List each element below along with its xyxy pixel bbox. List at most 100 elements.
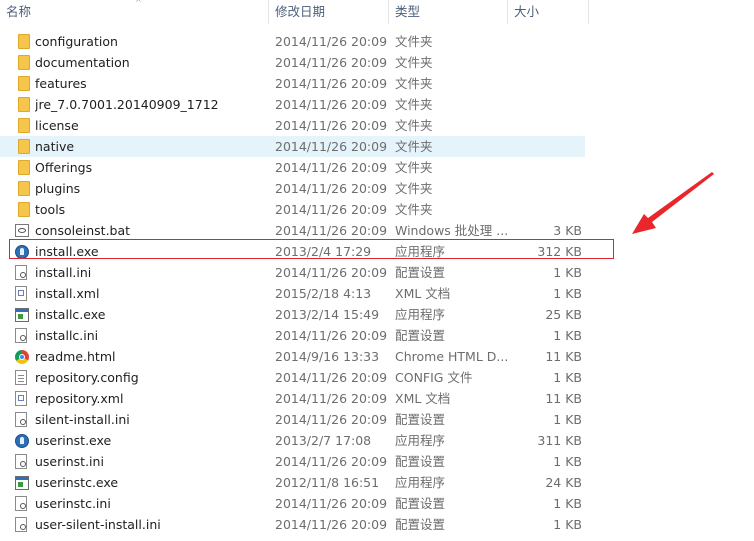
- file-size: [508, 157, 582, 178]
- folder-icon: [18, 202, 30, 217]
- file-date: 2014/11/26 20:09: [275, 181, 388, 196]
- file-date: 2014/11/26 20:09: [275, 97, 388, 112]
- folder-icon: [18, 55, 30, 70]
- file-date: 2014/11/26 20:09: [275, 412, 388, 427]
- file-size: 311 KB: [537, 433, 582, 448]
- installer-app-icon: [15, 244, 29, 259]
- file-row[interactable]: repository.config 2014/11/26 20:09 CONFIG …: [0, 367, 754, 388]
- file-date: 2014/11/26 20:09: [275, 139, 388, 154]
- file-name: readme.html: [35, 349, 116, 364]
- file-date: 2014/11/26 20:09: [275, 328, 388, 343]
- config-file-icon: [15, 454, 27, 469]
- column-header: 名称 ^ 修改日期 类型 大小: [0, 0, 754, 26]
- file-type: 文件夹: [395, 97, 433, 112]
- column-size[interactable]: 大小: [508, 0, 589, 24]
- file-name: native: [35, 139, 75, 154]
- file-row[interactable]: silent-install.ini 2014/11/26 20:09 配置设置 1 …: [0, 409, 754, 430]
- file-row[interactable]: jre_7.0.7001.20140909_1712 2014/11/26 20:…: [0, 94, 754, 115]
- file-row[interactable]: documentation 2014/11/26 20:09 文件夹: [0, 52, 754, 73]
- file-icon-cell: [15, 304, 31, 325]
- file-row[interactable]: userinst.ini 2014/11/26 20:09 配置设置 1 KB: [0, 451, 754, 472]
- config-file-icon: [15, 517, 27, 532]
- file-type: 应用程序: [395, 433, 446, 448]
- folder-icon: [18, 97, 30, 112]
- file-size: 11 KB: [545, 391, 582, 406]
- file-row[interactable]: readme.html 2014/9/16 13:33 Chrome HTML D.…: [0, 346, 754, 367]
- file-name: user-silent-install.ini: [35, 517, 161, 532]
- file-row[interactable]: install.xml 2015/2/18 4:13 XML 文档 1 KB: [0, 283, 754, 304]
- file-size: 1 KB: [553, 454, 582, 469]
- file-icon-cell: [15, 514, 31, 535]
- file-type: 文件夹: [395, 160, 433, 175]
- file-type: 应用程序: [395, 244, 446, 259]
- file-type: 文件夹: [395, 202, 433, 217]
- file-row[interactable]: native 2014/11/26 20:09 文件夹: [0, 136, 585, 157]
- file-date: 2014/11/26 20:09: [275, 517, 388, 532]
- file-size: 11 KB: [545, 349, 582, 364]
- file-date: 2013/2/14 15:49: [275, 307, 380, 322]
- file-name: features: [35, 76, 87, 91]
- file-row[interactable]: userinstc.exe 2012/11/8 16:51 应用程序 24 KB: [0, 472, 754, 493]
- file-name: installc.exe: [35, 307, 106, 322]
- file-date: 2014/11/26 20:09: [275, 118, 388, 133]
- file-icon-cell: [15, 220, 31, 241]
- file-row[interactable]: installc.exe 2013/2/14 15:49 应用程序 25 KB: [0, 304, 754, 325]
- file-name: install.exe: [35, 244, 99, 259]
- file-row[interactable]: install.exe 2013/2/4 17:29 应用程序 312 KB: [0, 241, 754, 262]
- file-name: tools: [35, 202, 66, 217]
- column-type[interactable]: 类型: [389, 0, 508, 24]
- file-icon-cell: [15, 52, 31, 73]
- xml-file-icon: [15, 286, 27, 301]
- file-name: Offerings: [35, 160, 93, 175]
- chrome-icon: [15, 349, 29, 364]
- file-date: 2014/11/26 20:09: [275, 391, 388, 406]
- file-icon-cell: [15, 94, 31, 115]
- file-date: 2014/11/26 20:09: [275, 76, 388, 91]
- config-file-icon: [15, 328, 27, 343]
- config-file-icon: [15, 496, 27, 511]
- column-name-label: 名称: [6, 4, 32, 19]
- file-row[interactable]: features 2014/11/26 20:09 文件夹: [0, 73, 754, 94]
- file-size: 1 KB: [553, 370, 582, 385]
- file-icon-cell: [15, 262, 31, 283]
- file-icon-cell: [15, 157, 31, 178]
- file-type: 文件夹: [395, 55, 433, 70]
- file-type: 文件夹: [395, 181, 433, 196]
- file-date: 2014/11/26 20:09: [275, 454, 388, 469]
- exe-file-icon: [15, 475, 29, 490]
- folder-icon: [18, 76, 30, 91]
- file-name: configuration: [35, 34, 118, 49]
- installer-app-icon: [15, 433, 29, 448]
- file-name: userinstc.exe: [35, 475, 119, 490]
- config-file-icon: [15, 412, 27, 427]
- file-list: configuration 2014/11/26 20:09 文件夹 document…: [0, 31, 754, 535]
- file-type: CONFIG 文件: [395, 370, 473, 385]
- file-icon-cell: [15, 73, 31, 94]
- file-name: silent-install.ini: [35, 412, 130, 427]
- file-row[interactable]: user-silent-install.ini 2014/11/26 20:09 配…: [0, 514, 754, 535]
- file-name: plugins: [35, 181, 81, 196]
- file-size: [508, 73, 582, 94]
- file-name: install.xml: [35, 286, 100, 301]
- file-row[interactable]: userinst.exe 2013/2/7 17:08 应用程序 311 KB: [0, 430, 754, 451]
- file-type: 配置设置: [395, 496, 446, 511]
- file-date: 2014/11/26 20:09: [275, 223, 388, 238]
- column-type-label: 类型: [395, 4, 421, 19]
- file-row[interactable]: userinstc.ini 2014/11/26 20:09 配置设置 1 KB: [0, 493, 754, 514]
- file-row[interactable]: configuration 2014/11/26 20:09 文件夹: [0, 31, 754, 52]
- file-size: 312 KB: [537, 244, 582, 259]
- file-date: 2014/11/26 20:09: [275, 265, 388, 280]
- file-type: XML 文档: [395, 286, 451, 301]
- file-row[interactable]: installc.ini 2014/11/26 20:09 配置设置 1 KB: [0, 325, 754, 346]
- file-row[interactable]: repository.xml 2014/11/26 20:09 XML 文档 11 K…: [0, 388, 754, 409]
- file-name: documentation: [35, 55, 130, 70]
- file-row[interactable]: license 2014/11/26 20:09 文件夹: [0, 115, 754, 136]
- file-row[interactable]: install.ini 2014/11/26 20:09 配置设置 1 KB: [0, 262, 754, 283]
- file-date: 2014/11/26 20:09: [275, 370, 388, 385]
- file-icon-cell: [15, 472, 31, 493]
- file-type: 文件夹: [395, 76, 433, 91]
- column-date[interactable]: 修改日期: [269, 0, 389, 24]
- file-icon-cell: [15, 283, 31, 304]
- file-size: 1 KB: [553, 517, 582, 532]
- xml-file-icon: [15, 391, 27, 406]
